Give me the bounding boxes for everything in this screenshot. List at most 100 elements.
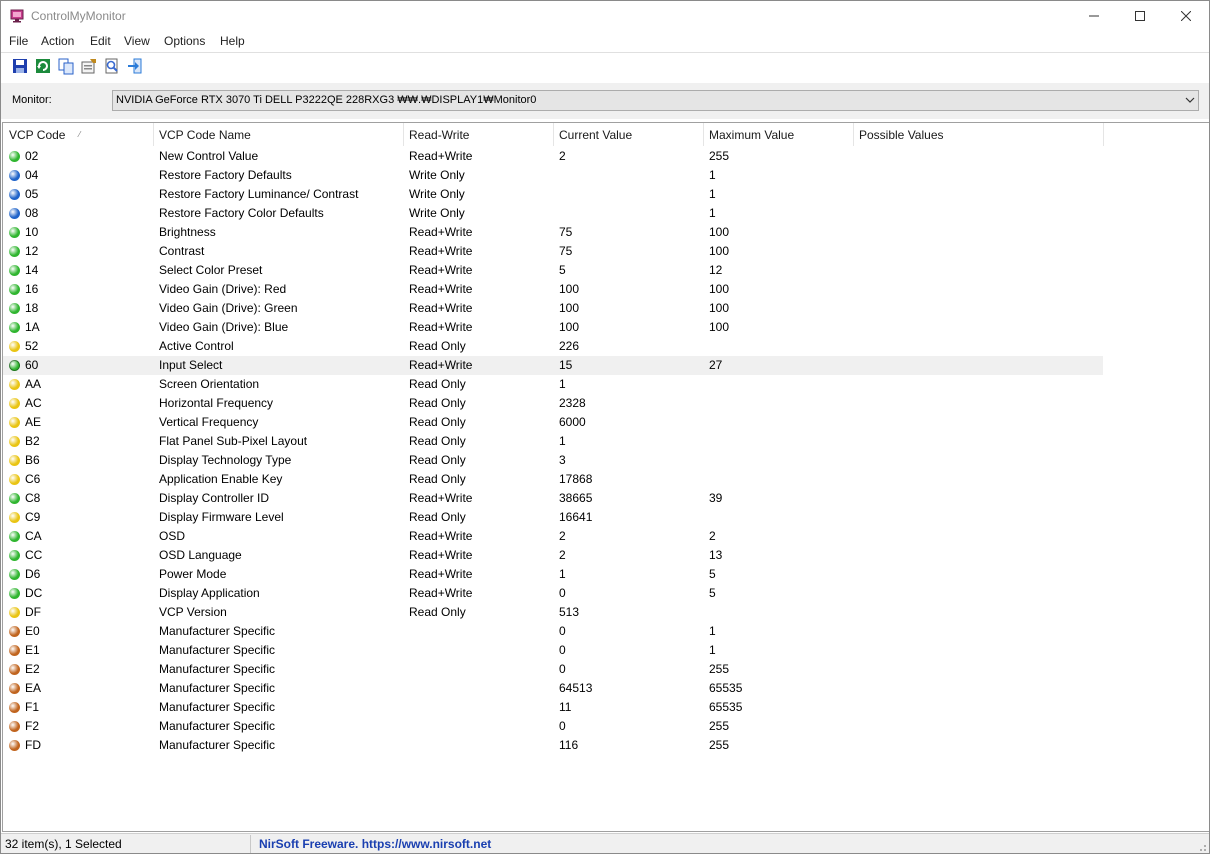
status-item-count: 32 item(s), 1 Selected [5,837,122,851]
close-button[interactable] [1163,1,1209,31]
minimize-button[interactable] [1071,1,1117,31]
current-value-cell: 6000 [559,415,586,429]
status-dot-icon [9,265,20,276]
table-row[interactable]: DF VCP Version Read Only 513 [3,603,1209,622]
save-button[interactable] [11,57,29,75]
vcp-code-cell: D6 [25,567,41,581]
read-write-cell: Write Only [409,187,465,201]
table-row[interactable]: E1 Manufacturer Specific 0 1 [3,641,1209,660]
table-row[interactable]: B6 Display Technology Type Read Only 3 [3,451,1209,470]
table-row[interactable]: 05 Restore Factory Luminance/ Contrast Wri… [3,185,1209,204]
table-row[interactable]: FD Manufacturer Specific 116 255 [3,736,1209,755]
current-value-cell: 2328 [559,396,586,410]
table-row[interactable]: F1 Manufacturer Specific 11 65535 [3,698,1209,717]
maximum-value-cell: 255 [709,662,730,676]
menu-edit[interactable]: Edit [90,34,111,48]
table-row[interactable]: CC OSD Language Read+Write 2 13 [3,546,1209,565]
table-row[interactable]: E0 Manufacturer Specific 0 1 [3,622,1209,641]
table-row[interactable]: 52 Active Control Read Only 226 [3,337,1209,356]
title-bar[interactable]: ControlMyMonitor [1,1,1209,31]
vcp-name-cell: Manufacturer Specific [159,738,276,752]
save-icon [13,59,27,73]
column-header-current-value[interactable]: Current Value [553,123,704,146]
properties-button[interactable] [80,57,98,75]
menu-options[interactable]: Options [164,34,205,48]
table-row[interactable]: D6 Power Mode Read+Write 1 5 [3,565,1209,584]
table-row[interactable]: C6 Application Enable Key Read Only 17868 [3,470,1209,489]
resize-grip-icon[interactable] [1195,840,1207,852]
exit-button[interactable] [126,57,144,75]
current-value-cell: 100 [559,320,580,334]
menu-file[interactable]: File [9,34,28,48]
table-row[interactable]: 02 New Control Value Read+Write 2 255 [3,147,1209,166]
status-dot-icon [9,721,20,732]
vcp-code-cell: E1 [25,643,40,657]
read-write-cell: Read+Write [409,244,473,258]
column-header-maximum-value[interactable]: Maximum Value [703,123,854,146]
minimize-icon [1089,15,1099,17]
table-row[interactable]: 04 Restore Factory Defaults Write Only 1 [3,166,1209,185]
table-row[interactable]: CA OSD Read+Write 2 2 [3,527,1209,546]
vcp-list[interactable]: VCP Code ⁄ VCP Code Name Read-Write Curr… [2,122,1209,832]
read-write-cell: Read Only [409,377,466,391]
status-dot-icon [9,702,20,713]
vcp-name-cell: Horizontal Frequency [159,396,274,410]
status-dot-icon [9,455,20,466]
status-dot-icon [9,550,20,561]
menu-action[interactable]: Action [41,34,74,48]
menu-view[interactable]: View [124,34,150,48]
current-value-cell: 1 [559,377,566,391]
table-row[interactable]: 12 Contrast Read+Write 75 100 [3,242,1209,261]
copy-button[interactable] [57,57,75,75]
column-header-read-write[interactable]: Read-Write [403,123,554,146]
table-row[interactable]: DC Display Application Read+Write 0 5 [3,584,1209,603]
list-header: VCP Code ⁄ VCP Code Name Read-Write Curr… [3,123,1209,146]
column-header-possible-values[interactable]: Possible Values [853,123,1104,146]
table-row[interactable]: 18 Video Gain (Drive): Green Read+Write 100… [3,299,1209,318]
maximum-value-cell: 5 [709,567,716,581]
table-row[interactable]: F2 Manufacturer Specific 0 255 [3,717,1209,736]
table-row[interactable]: 14 Select Color Preset Read+Write 5 12 [3,261,1209,280]
table-row[interactable]: AE Vertical Frequency Read Only 6000 [3,413,1209,432]
find-button[interactable] [103,57,121,75]
table-row[interactable]: B2 Flat Panel Sub-Pixel Layout Read Only 1 [3,432,1209,451]
status-dot-icon [9,683,20,694]
status-dot-icon [9,284,20,295]
read-write-cell: Read Only [409,472,466,486]
table-row[interactable]: C9 Display Firmware Level Read Only 16641 [3,508,1209,527]
table-row[interactable]: 10 Brightness Read+Write 75 100 [3,223,1209,242]
refresh-button[interactable] [34,57,52,75]
table-row[interactable]: C8 Display Controller ID Read+Write 38665 39 [3,489,1209,508]
table-row[interactable]: 1A Video Gain (Drive): Blue Read+Write 100 1… [3,318,1209,337]
table-row[interactable]: AC Horizontal Frequency Read Only 2328 [3,394,1209,413]
nirsoft-link[interactable]: NirSoft Freeware. https://www.nirsoft.ne… [259,837,491,851]
table-row[interactable]: EA Manufacturer Specific 64513 65535 [3,679,1209,698]
maximum-value-cell: 255 [709,738,730,752]
maximize-button[interactable] [1117,1,1163,31]
table-row[interactable]: E2 Manufacturer Specific 0 255 [3,660,1209,679]
maximum-value-cell: 100 [709,225,730,239]
menu-help[interactable]: Help [220,34,245,48]
vcp-name-cell: Video Gain (Drive): Red [159,282,287,296]
status-dot-icon [9,436,20,447]
table-row[interactable]: AA Screen Orientation Read Only 1 [3,375,1209,394]
maximum-value-cell: 2 [709,529,716,543]
column-header-vcp-code-name[interactable]: VCP Code Name [153,123,404,146]
vcp-name-cell: Input Select [159,358,223,372]
table-row[interactable]: 16 Video Gain (Drive): Red Read+Write 100 10… [3,280,1209,299]
read-write-cell: Write Only [409,206,465,220]
vcp-name-cell: Manufacturer Specific [159,681,276,695]
status-divider [250,835,251,853]
maximum-value-cell: 100 [709,320,730,334]
window-title: ControlMyMonitor [31,9,126,23]
column-header-vcp-code[interactable]: VCP Code ⁄ [3,123,154,146]
table-row[interactable]: 08 Restore Factory Color Defaults Write On… [3,204,1209,223]
table-row[interactable]: 60 Input Select Read+Write 15 27 [3,356,1103,375]
current-value-cell: 3 [559,453,566,467]
sort-indicator-icon: ⁄ [79,130,81,139]
vcp-name-cell: Screen Orientation [159,377,260,391]
status-dot-icon [9,588,20,599]
exit-icon [128,58,142,74]
vcp-name-cell: Contrast [159,244,205,258]
monitor-dropdown[interactable]: NVIDIA GeForce RTX 3070 Ti DELL P3222QE … [112,90,1199,111]
